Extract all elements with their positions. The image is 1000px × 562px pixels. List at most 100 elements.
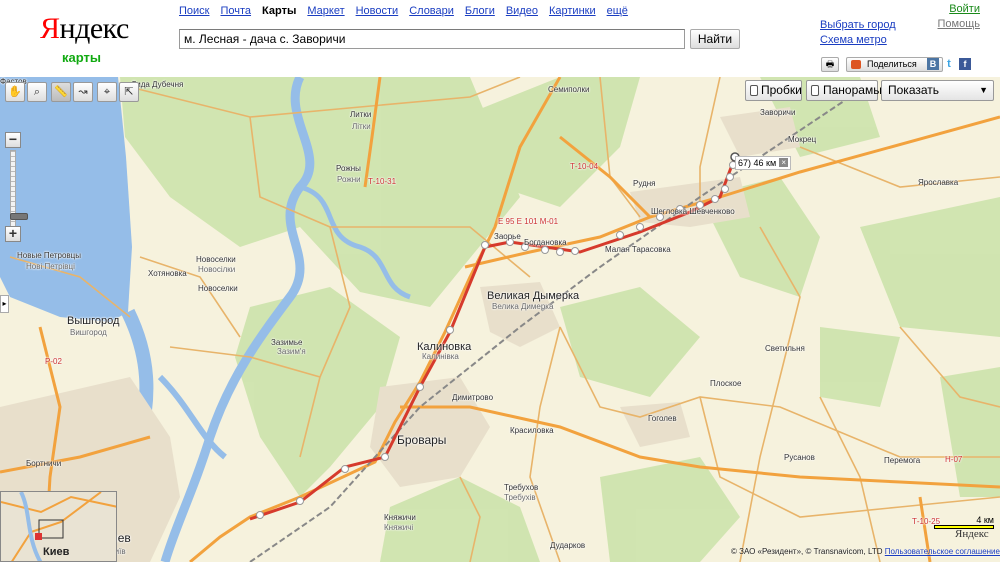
terms-link[interactable]: Пользовательское соглашение: [885, 547, 1000, 556]
ruler-distance-value: 67) 46 км: [738, 158, 777, 168]
logo-wordmark: Яндекс: [40, 12, 129, 45]
place-label: Вышгород: [67, 315, 120, 327]
yandex-logo[interactable]: Яндекс карты: [40, 14, 130, 66]
place-label: Заворичи: [760, 108, 796, 117]
yandex-watermark: Яндекс: [955, 528, 989, 540]
place-label: Н-07: [945, 455, 963, 464]
dropdown-arrow-icon: ▼: [979, 85, 988, 95]
route-tool-button[interactable]: ↝: [73, 82, 93, 102]
place-label: Новосілки: [198, 265, 236, 274]
zoom-slider-track[interactable]: [10, 150, 28, 228]
zoom-control: − +: [5, 132, 28, 246]
place-label: Литки: [350, 110, 372, 119]
layers-select-value: Показать: [888, 83, 940, 97]
place-label: Светильня: [765, 344, 805, 353]
login-link[interactable]: Войти: [949, 3, 980, 15]
panoramas-button[interactable]: Панорамы: [806, 80, 882, 101]
traffic-button-label: Пробки: [761, 83, 802, 97]
twitter-icon[interactable]: t: [943, 58, 955, 70]
panoramas-button-label: Панорамы: [823, 83, 882, 97]
zoom-in-button[interactable]: +: [5, 226, 21, 242]
route-icon: ↝: [78, 86, 88, 98]
place-label: Новоселки: [198, 284, 238, 293]
service-link: Карты: [262, 5, 297, 17]
copyright-text: © ЗАО «Резидент», © Transnavicom, LTD: [731, 547, 883, 556]
choose-city-link[interactable]: Выбрать город: [820, 18, 896, 33]
hand-icon: ✋: [8, 86, 22, 98]
place-label: Великая Дымерка: [487, 290, 580, 302]
ruler-distance-label: 67) 46 км ×: [735, 156, 792, 170]
zoom-slider-thumb[interactable]: [10, 213, 28, 220]
hand-tool-button[interactable]: ✋: [5, 82, 25, 102]
services-nav: Поиск Почта Карты Маркет Новости Словари Блоги…: [179, 3, 639, 17]
magnifier-icon: ⌕: [33, 86, 41, 98]
place-label: Калинівка: [422, 352, 459, 361]
select-tool-button[interactable]: ⇱: [119, 82, 139, 102]
place-label: Дударков: [550, 541, 586, 550]
metro-scheme-link[interactable]: Схема метро: [820, 33, 896, 48]
expand-sidebar-button[interactable]: ▸: [0, 295, 9, 313]
place-label: Димитрово: [452, 393, 494, 402]
place-label: Е 95 Е 101 М-01: [498, 217, 559, 226]
place-label: Гоголев: [648, 414, 677, 423]
service-link[interactable]: Новости: [356, 5, 399, 17]
place-label: Зазим'я: [277, 347, 306, 356]
place-label: Хотяновка: [148, 269, 187, 278]
search-input[interactable]: м. Лесная - дача с. Заворичи: [179, 29, 685, 49]
place-label: Рожны: [336, 164, 361, 173]
service-link[interactable]: Видео: [506, 5, 538, 17]
place-label: Літки: [352, 122, 371, 131]
map-canvas[interactable]: Лида Дубечня Литки Літки Рожны Рожни Семиполк…: [0, 77, 1000, 562]
place-label: Плоское: [710, 379, 742, 388]
service-link[interactable]: Поиск: [179, 5, 209, 17]
vkontakte-icon[interactable]: В: [927, 58, 939, 70]
minimap-city-label: Киев: [43, 546, 70, 558]
print-button[interactable]: 🖶: [821, 57, 839, 72]
place-label: Новые Петровцы: [17, 251, 81, 260]
place-label: Рожни: [337, 175, 361, 184]
place-label: Велика Димерка: [492, 302, 554, 311]
place-label: Ярославка: [918, 178, 959, 187]
service-link[interactable]: Маркет: [307, 5, 344, 17]
service-link[interactable]: Картинки: [549, 5, 596, 17]
place-label: Бровары: [397, 433, 447, 447]
place-label: Бортничи: [26, 459, 62, 468]
service-link[interactable]: Словари: [409, 5, 454, 17]
facebook-icon[interactable]: f: [959, 58, 971, 70]
service-link[interactable]: ещё: [607, 5, 628, 17]
help-link[interactable]: Помощь: [938, 18, 981, 30]
panorama-icon: [811, 85, 819, 96]
copyright-notice: © ЗАО «Резидент», © Transnavicom, LTD По…: [731, 547, 1000, 556]
zoom-out-button[interactable]: −: [5, 132, 21, 148]
place-label: Красиловка: [510, 426, 554, 435]
close-icon[interactable]: ×: [779, 158, 789, 167]
service-link[interactable]: Блоги: [465, 5, 495, 17]
triangle-right-icon: ▸: [2, 299, 7, 308]
place-label: Рудня: [633, 179, 656, 188]
placemark-tool-button[interactable]: ⌖: [97, 82, 117, 102]
place-label: Нові Петрівці: [26, 262, 75, 271]
magnifier-tool-button[interactable]: ⌕: [27, 82, 47, 102]
service-link[interactable]: Почта: [220, 5, 251, 17]
place-label: Богдановка: [524, 238, 567, 247]
scale-text: 4 км: [976, 515, 994, 525]
search-button[interactable]: Найти: [690, 29, 740, 49]
place-label: Княжичі: [384, 523, 414, 532]
place-label: Малая Тарасовка: [605, 245, 671, 254]
traffic-button[interactable]: Пробки: [745, 80, 802, 101]
place-label: Требухів: [504, 493, 536, 502]
share-button-label: Поделиться: [867, 59, 917, 69]
place-label: Заорье: [494, 232, 521, 241]
map-background: [0, 77, 1000, 562]
place-label: Зазимье: [271, 338, 303, 347]
ruler-tool-button[interactable]: 📏: [51, 82, 71, 102]
place-label: Русанов: [784, 453, 815, 462]
printer-icon: 🖶: [825, 59, 835, 69]
cursor-icon: ⇱: [124, 86, 134, 98]
place-label: Вишгород: [70, 328, 107, 337]
header: Яндекс карты Поиск Почта Карты Маркет Новост…: [0, 0, 1000, 77]
ruler-icon: 📏: [54, 86, 68, 98]
traffic-light-icon: [750, 85, 758, 96]
overview-minimap[interactable]: Киев: [0, 491, 117, 562]
layers-select[interactable]: Показать ▼: [881, 80, 994, 101]
